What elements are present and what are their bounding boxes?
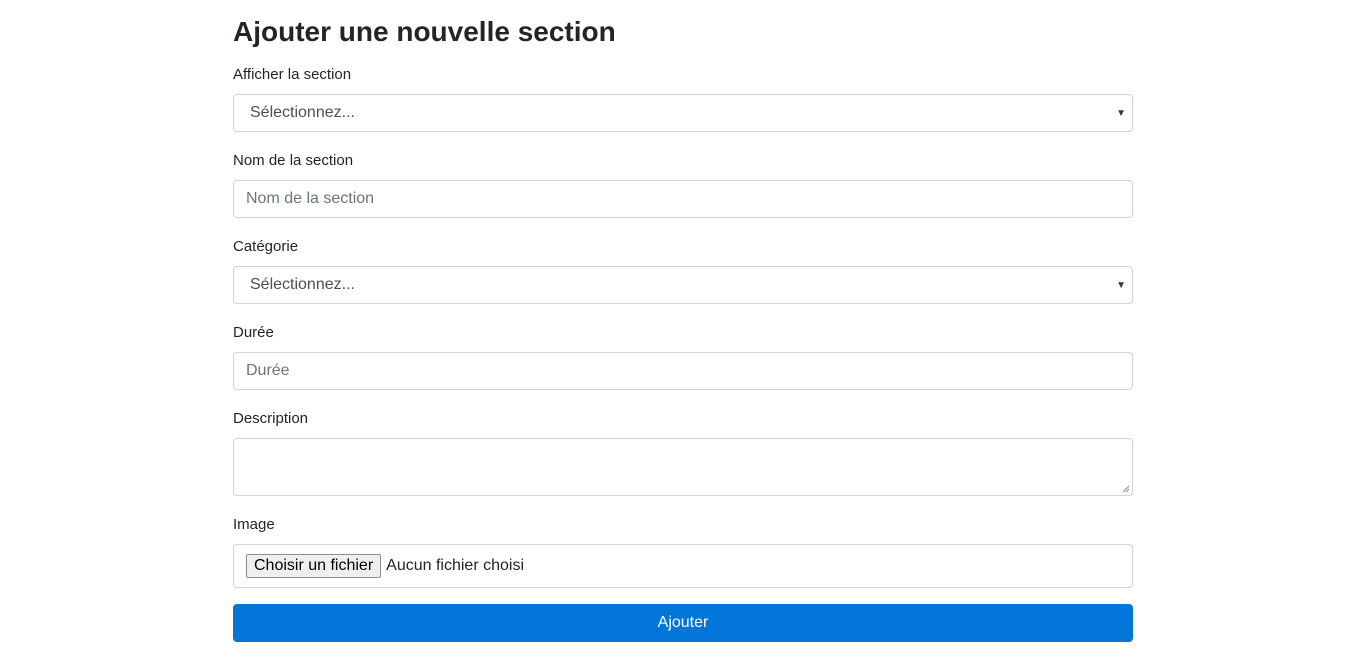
chevron-down-icon: ▼: [1116, 108, 1126, 119]
show-section-selected-value: Sélectionnez...: [250, 104, 355, 121]
image-file-input[interactable]: Choisir un fichier Aucun fichier choisi: [233, 544, 1133, 588]
section-name-input[interactable]: Nom de la section: [233, 180, 1133, 218]
chevron-down-icon: ▼: [1116, 280, 1126, 291]
duration-label: Durée: [233, 324, 274, 341]
description-textarea[interactable]: [233, 438, 1133, 496]
category-label: Catégorie: [233, 238, 299, 255]
add-button[interactable]: Ajouter: [233, 604, 1133, 642]
section-name-label: Nom de la section: [233, 152, 354, 169]
page-title: Ajouter une nouvelle section: [233, 16, 616, 47]
show-section-label: Afficher la section: [233, 66, 352, 83]
choose-file-button[interactable]: Choisir un fichier: [246, 554, 382, 578]
duration-placeholder: Durée: [246, 362, 290, 379]
file-status-text: Aucun fichier choisi: [386, 557, 524, 574]
image-label: Image: [233, 516, 275, 533]
section-name-placeholder: Nom de la section: [246, 190, 375, 207]
category-selected-value: Sélectionnez...: [250, 276, 355, 293]
description-label: Description: [233, 410, 309, 427]
resize-handle-icon[interactable]: [1122, 485, 1130, 493]
show-section-select[interactable]: Sélectionnez... ▼: [233, 94, 1133, 132]
duration-input[interactable]: Durée: [233, 352, 1133, 390]
category-select[interactable]: Sélectionnez... ▼: [233, 266, 1133, 304]
